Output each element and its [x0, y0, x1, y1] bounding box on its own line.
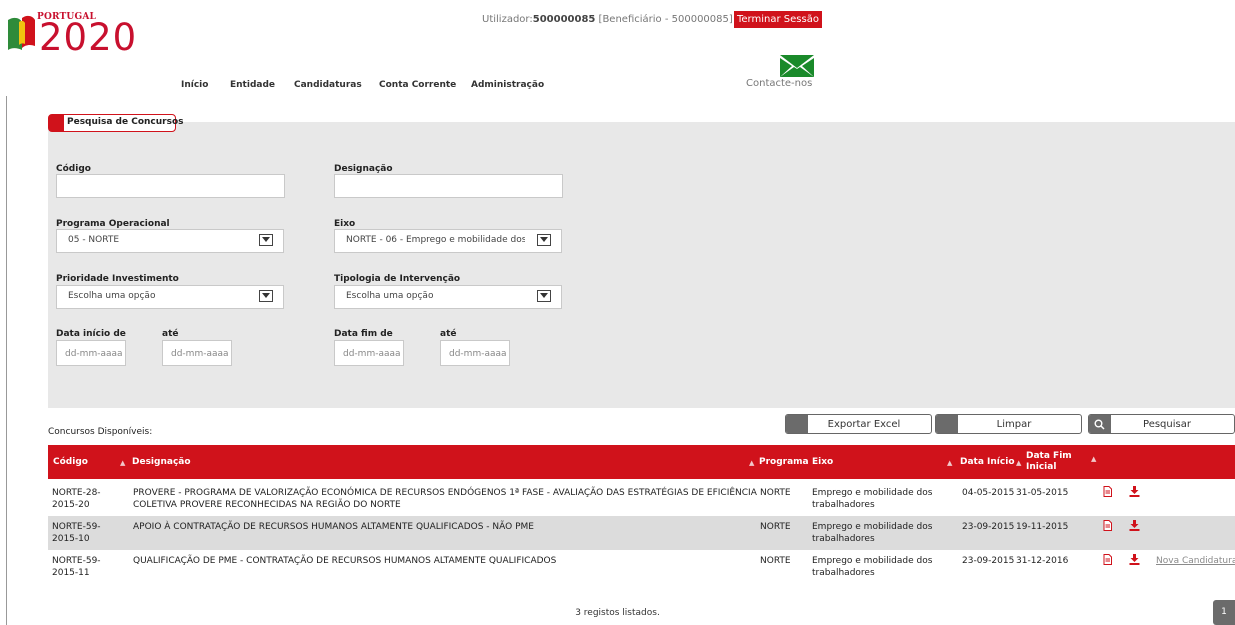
- data-fim-de-label: Data fim de: [334, 329, 393, 339]
- sort-icon[interactable]: ▲︎: [1091, 455, 1096, 463]
- tipologia-intervencao-label: Tipologia de Intervenção: [334, 274, 461, 284]
- logo-year-text: 2020: [39, 16, 138, 59]
- user-id: 500000085: [532, 14, 596, 25]
- data-inicio-ate-input[interactable]: dd-mm-aaaa: [162, 340, 232, 366]
- column-header-data-fim-1[interactable]: Data Fim: [1026, 451, 1072, 461]
- search-button[interactable]: Pesquisar: [1088, 414, 1235, 434]
- nav-conta-corrente[interactable]: Conta Corrente: [379, 80, 456, 90]
- chevron-down-icon: [259, 234, 273, 246]
- prioridade-investimento-select[interactable]: Escolha uma opção: [56, 285, 284, 309]
- sort-icon[interactable]: ▲︎: [120, 459, 125, 467]
- chevron-down-icon: [537, 290, 551, 302]
- portugal-2020-logo[interactable]: PORTUGAL 2020: [6, 10, 166, 60]
- prioridade-investimento-label: Prioridade Investimento: [56, 274, 179, 284]
- codigo-label: Código: [56, 164, 91, 174]
- eixo-select[interactable]: NORTE - 06 - Emprego e mobilidade dos tr…: [334, 229, 562, 253]
- nova-candidatura-link[interactable]: Nova Candidatura: [1156, 555, 1235, 567]
- column-header-designacao[interactable]: Designação: [132, 457, 191, 467]
- export-excel-button[interactable]: Exportar Excel: [785, 414, 932, 434]
- data-fim-ate-input[interactable]: dd-mm-aaaa: [440, 340, 510, 366]
- table-row[interactable]: NORTE-28- 2015-20 PROVERE - PROGRAMA DE …: [48, 482, 1235, 516]
- table-header: Código ▲︎ Designação ▲︎ Programa Eixo ▲︎…: [48, 445, 1235, 479]
- left-divider: [6, 96, 7, 625]
- programa-operacional-select[interactable]: 05 - NORTE: [56, 229, 284, 253]
- designacao-input[interactable]: [334, 174, 563, 198]
- data-inicio-de-label: Data início de: [56, 329, 126, 339]
- nav-inicio[interactable]: Início: [181, 80, 208, 90]
- codigo-input[interactable]: [56, 174, 285, 198]
- download-icon[interactable]: [1129, 554, 1140, 565]
- column-header-programa[interactable]: Programa: [759, 457, 809, 467]
- sort-icon[interactable]: ▲︎: [1016, 459, 1021, 467]
- column-header-codigo[interactable]: Código: [53, 457, 88, 467]
- eixo-label: Eixo: [334, 219, 356, 229]
- records-count: 3 registos listados.: [575, 608, 660, 618]
- chevron-down-icon: [537, 234, 551, 246]
- download-icon[interactable]: [1129, 486, 1140, 497]
- envelope-icon[interactable]: [780, 55, 814, 77]
- user-info: Utilizador:500000085 [Beneficiário - 500…: [482, 14, 733, 25]
- tab-pesquisa-concursos[interactable]: Pesquisa de Concursos: [48, 114, 184, 132]
- chevron-down-icon: [259, 290, 273, 302]
- column-header-data-fim-2[interactable]: Inicial: [1026, 462, 1056, 472]
- designacao-label: Designação: [334, 164, 393, 174]
- logo-flag-icon: [8, 15, 35, 50]
- document-icon[interactable]: [1103, 486, 1112, 497]
- data-inicio-ate-label: até: [162, 329, 179, 339]
- sort-icon[interactable]: ▲︎: [749, 459, 754, 467]
- programa-operacional-label: Programa Operacional: [56, 219, 170, 229]
- table-row[interactable]: NORTE-59- 2015-11 QUALIFICAÇÃO DE PME - …: [48, 550, 1235, 584]
- sort-icon[interactable]: ▲︎: [947, 459, 952, 467]
- clear-button[interactable]: Limpar: [935, 414, 1082, 434]
- data-fim-ate-label: até: [440, 329, 457, 339]
- document-icon[interactable]: [1103, 554, 1112, 565]
- logout-button[interactable]: Terminar Sessão: [734, 11, 822, 28]
- nav-candidaturas[interactable]: Candidaturas: [294, 80, 362, 90]
- column-header-data-inicio[interactable]: Data Início: [960, 457, 1015, 467]
- tipologia-intervencao-select[interactable]: Escolha uma opção: [334, 285, 562, 309]
- data-fim-de-input[interactable]: dd-mm-aaaa: [334, 340, 404, 366]
- contact-link[interactable]: Contacte-nos: [746, 78, 812, 89]
- download-icon[interactable]: [1129, 520, 1140, 531]
- table-row[interactable]: NORTE-59- 2015-10 APOIO À CONTRATAÇÃO DE…: [48, 516, 1235, 550]
- nav-entidade[interactable]: Entidade: [230, 80, 275, 90]
- column-header-eixo[interactable]: Eixo: [812, 457, 833, 467]
- document-icon[interactable]: [1103, 520, 1112, 531]
- data-inicio-de-input[interactable]: dd-mm-aaaa: [56, 340, 126, 366]
- pagination-page-1[interactable]: 1: [1213, 600, 1235, 625]
- nav-administracao[interactable]: Administração: [471, 80, 544, 90]
- table-caption: Concursos Disponíveis:: [48, 427, 153, 437]
